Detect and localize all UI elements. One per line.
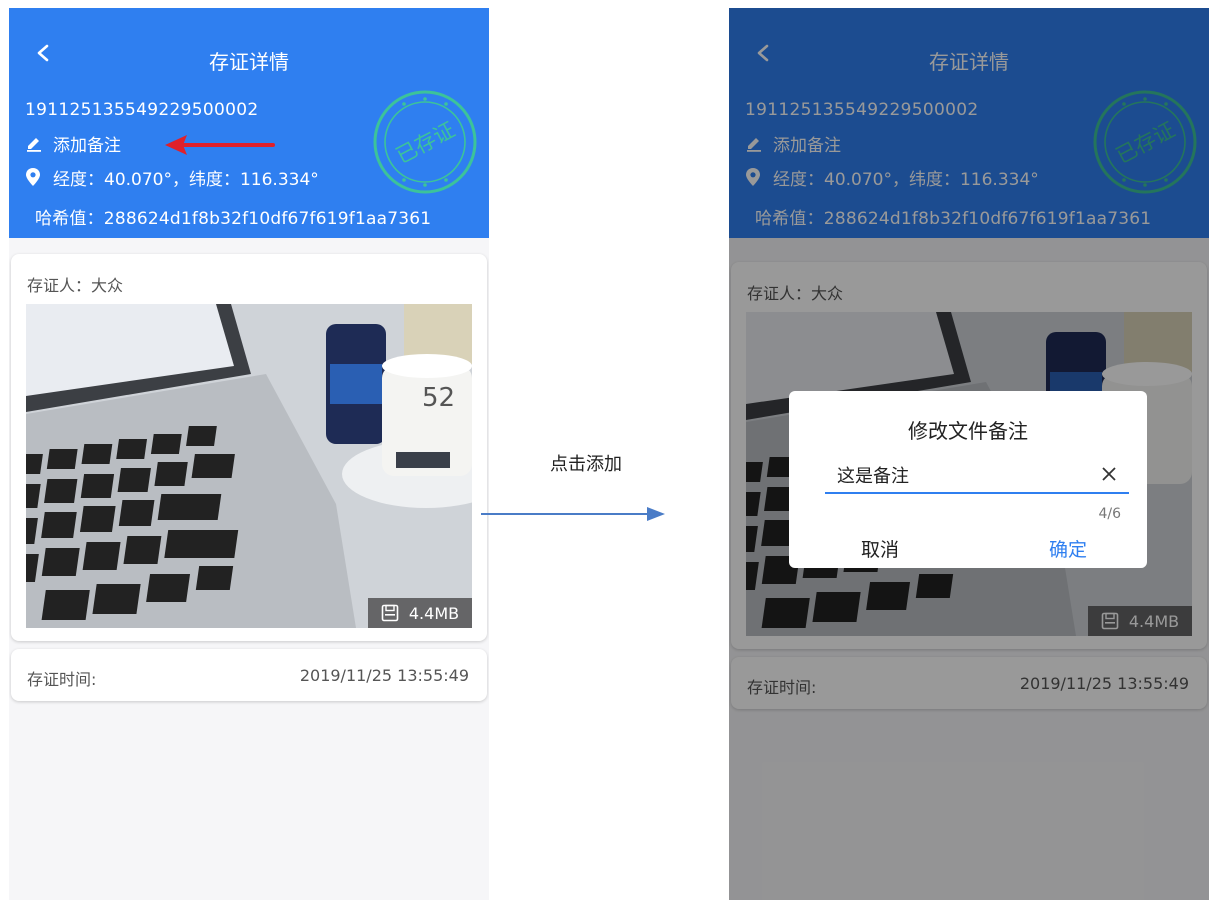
page-title: 存证详情 (209, 50, 289, 74)
depositor-label: 存证人：大众 (27, 276, 124, 295)
location-row: 经度：40.070°，纬度：116.334° (25, 164, 319, 190)
transition-arrow-icon (481, 507, 665, 521)
verified-seal-icon: 已存证 (373, 90, 477, 194)
deposit-time-label: 存证时间: (27, 670, 97, 689)
close-icon[interactable] (1099, 464, 1119, 484)
char-counter: 4/6 (1098, 506, 1121, 522)
edit-remark-dialog: 修改文件备注 这是备注 4/6 取消 确定 (789, 391, 1147, 568)
deposit-time-card: 存证时间: 2019/11/25 13:55:49 (11, 649, 487, 701)
evidence-card: 存证人：大众 (11, 254, 487, 641)
file-size-badge: 4.4MB (368, 598, 472, 628)
step-caption: 点击添加 (550, 454, 622, 475)
remark-input-value[interactable]: 这是备注 (837, 462, 909, 488)
phone-screen-after: 存证详情 191125135549229500002 添加备注 经度：40.07… (729, 8, 1209, 900)
save-disk-icon (381, 604, 399, 622)
edit-icon (27, 138, 41, 152)
add-remark-label: 添加备注 (53, 135, 121, 156)
file-size-text: 4.4MB (408, 603, 460, 623)
dialog-title: 修改文件备注 (908, 419, 1028, 443)
phone-screen-before: 存证详情 191125135549229500002 添加备注 经度：40.07… (9, 8, 489, 900)
location-text: 经度：40.070°，纬度：116.334° (53, 169, 319, 190)
deposit-time-value: 2019/11/25 13:55:49 (299, 666, 469, 685)
svg-text:已存证: 已存证 (392, 117, 459, 168)
location-pin-icon (26, 168, 40, 186)
evidence-id: 191125135549229500002 (25, 100, 259, 120)
remark-input[interactable]: 这是备注 (825, 460, 1129, 494)
laptop-photo-image: 52 (26, 304, 472, 628)
add-remark-button[interactable]: 添加备注 (25, 130, 121, 156)
evidence-photo[interactable]: 52 4.4MB (26, 304, 472, 628)
detail-header: 存证详情 191125135549229500002 添加备注 经度：40.07… (9, 8, 489, 238)
cancel-button[interactable]: 取消 (861, 535, 899, 562)
confirm-button[interactable]: 确定 (1049, 535, 1087, 562)
hash-value: 哈希值：288624d1f8b32f10df67f619f1aa7361 (35, 209, 432, 229)
annotation-arrow-icon (165, 135, 275, 155)
svg-text:52: 52 (422, 383, 455, 413)
